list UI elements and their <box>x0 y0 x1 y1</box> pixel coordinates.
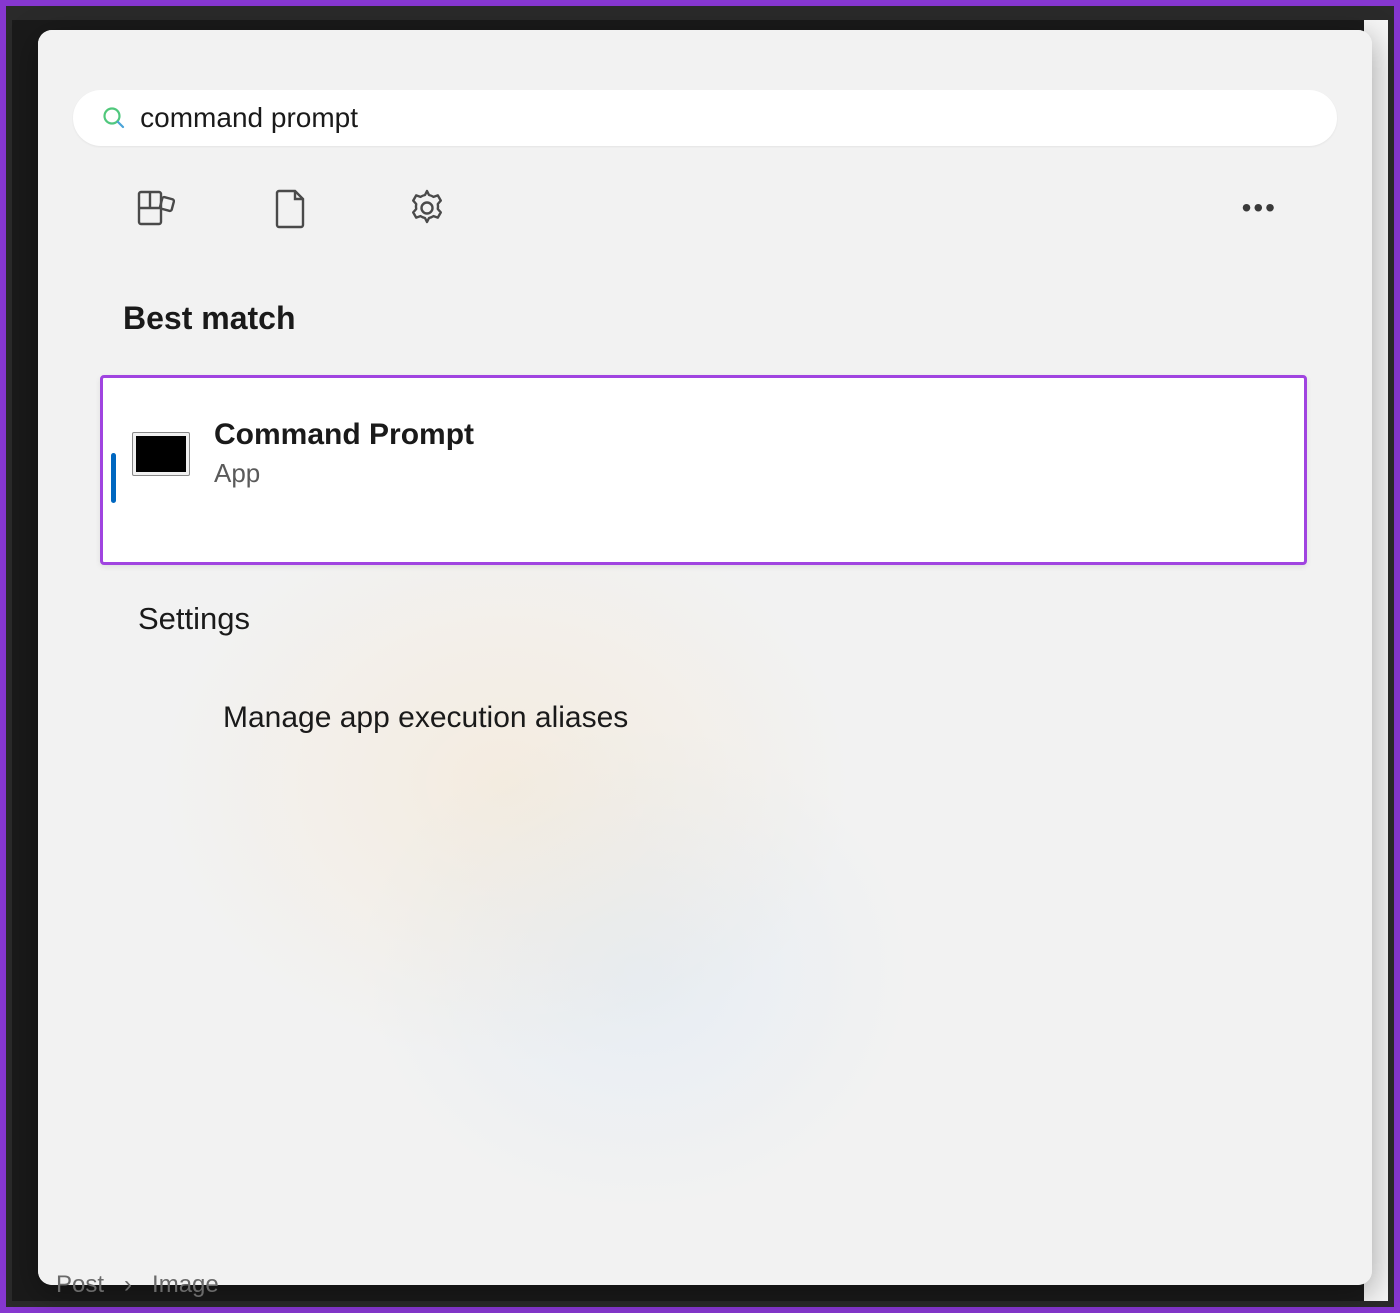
settings-result-item[interactable]: Manage app execution aliases <box>223 701 1372 735</box>
search-input[interactable] <box>140 102 1309 134</box>
documents-filter-icon[interactable] <box>269 186 313 230</box>
breadcrumb-word: Image <box>152 1271 219 1299</box>
best-match-heading: Best match <box>123 300 1372 337</box>
filter-row: ••• <box>133 186 1312 230</box>
selection-indicator <box>111 453 116 503</box>
settings-filter-icon[interactable] <box>405 186 449 230</box>
chevron-right-icon: › <box>124 1271 132 1299</box>
background-breadcrumb: Post › Image <box>56 1271 219 1299</box>
settings-heading: Settings <box>138 601 1372 637</box>
window-outer-border: ••• Best match Command Prompt App Settin… <box>0 0 1400 1313</box>
best-match-result[interactable]: Command Prompt App <box>100 375 1307 565</box>
apps-filter-icon[interactable] <box>133 186 177 230</box>
search-icon <box>101 105 126 131</box>
result-info: Command Prompt App <box>214 418 474 489</box>
search-box[interactable] <box>73 90 1337 146</box>
breadcrumb-word: Post <box>56 1271 104 1299</box>
start-search-panel: ••• Best match Command Prompt App Settin… <box>38 30 1372 1285</box>
result-title: Command Prompt <box>214 418 474 452</box>
command-prompt-icon <box>132 432 190 476</box>
more-options-icon[interactable]: ••• <box>1242 192 1277 224</box>
result-subtitle: App <box>214 458 474 489</box>
